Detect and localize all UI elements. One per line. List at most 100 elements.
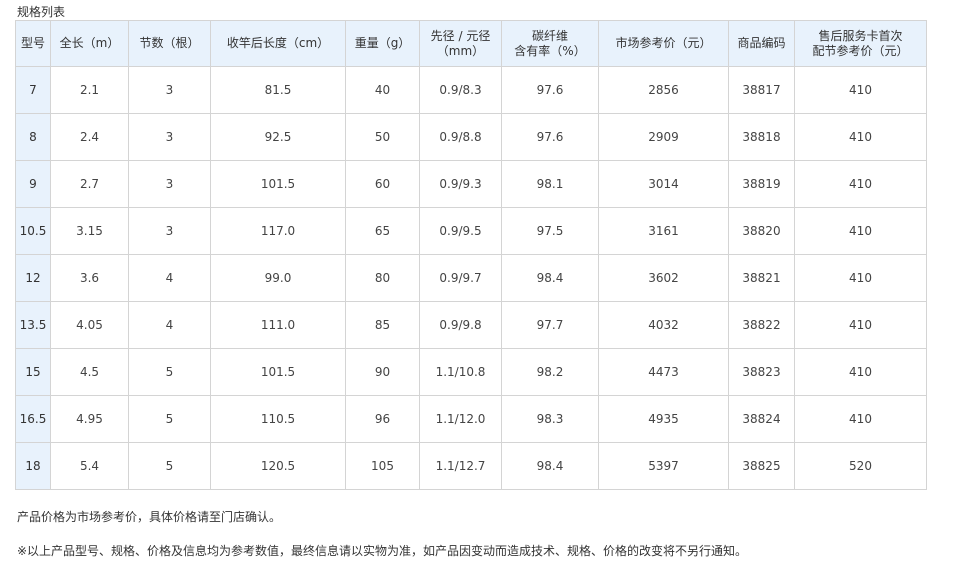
table-cell: 410 <box>794 301 927 349</box>
table-cell: 5 <box>128 442 211 490</box>
table-cell: 101.5 <box>210 160 346 208</box>
model-cell: 8 <box>15 113 51 161</box>
table-cell: 410 <box>794 395 927 443</box>
table-cell: 38824 <box>728 395 795 443</box>
spec-table: 型号 全长（m） 节数（根） 收竿后长度（cm） 重量（g） 先径 / 元径 （mm） 碳纤维… <box>15 20 927 490</box>
table-cell: 3014 <box>598 160 729 208</box>
table-cell: 2.4 <box>50 113 129 161</box>
table-cell: 3161 <box>598 207 729 255</box>
table-cell: 410 <box>794 348 927 396</box>
table-cell: 92.5 <box>210 113 346 161</box>
table-cell: 38821 <box>728 254 795 302</box>
column-header: 型号 <box>15 20 51 67</box>
table-cell: 97.5 <box>501 207 599 255</box>
table-cell: 98.4 <box>501 254 599 302</box>
table-cell: 5397 <box>598 442 729 490</box>
table-cell: 410 <box>794 207 927 255</box>
page-title: 规格列表 <box>17 5 66 19</box>
table-row: 10.5 3.15 3 117.0 65 0.9/9.5 97.5 3161 38820 410 <box>15 207 927 255</box>
model-cell: 13.5 <box>15 301 51 349</box>
table-cell: 38818 <box>728 113 795 161</box>
table-cell: 98.2 <box>501 348 599 396</box>
model-cell: 12 <box>15 254 51 302</box>
table-cell: 38823 <box>728 348 795 396</box>
disclaimer-note: ※以上产品型号、规格、价格及信息均为参考数值，最终信息请以实物为准，如产品因变动… <box>17 544 748 558</box>
table-cell: 3 <box>128 66 211 114</box>
table-cell: 0.9/9.7 <box>419 254 502 302</box>
table-cell: 2856 <box>598 66 729 114</box>
table-cell: 38825 <box>728 442 795 490</box>
table-cell: 3 <box>128 207 211 255</box>
table-cell: 4.05 <box>50 301 129 349</box>
table-cell: 0.9/9.8 <box>419 301 502 349</box>
table-cell: 2909 <box>598 113 729 161</box>
table-cell: 3.15 <box>50 207 129 255</box>
table-cell: 4032 <box>598 301 729 349</box>
table-cell: 4 <box>128 301 211 349</box>
column-header: 售后服务卡首次 配节参考价（元） <box>794 20 927 67</box>
table-cell: 111.0 <box>210 301 346 349</box>
table-cell: 410 <box>794 66 927 114</box>
table-row: 16.5 4.95 5 110.5 96 1.1/12.0 98.3 4935 38824 410 <box>15 395 927 443</box>
table-row: 18 5.4 5 120.5 105 1.1/12.7 98.4 5397 38825 520 <box>15 442 927 490</box>
table-cell: 85 <box>345 301 420 349</box>
table-cell: 80 <box>345 254 420 302</box>
table-cell: 3 <box>128 113 211 161</box>
table-cell: 98.1 <box>501 160 599 208</box>
table-cell: 1.1/12.7 <box>419 442 502 490</box>
table-cell: 98.3 <box>501 395 599 443</box>
table-cell: 4473 <box>598 348 729 396</box>
table-cell: 2.1 <box>50 66 129 114</box>
table-cell: 0.9/9.5 <box>419 207 502 255</box>
table-cell: 4 <box>128 254 211 302</box>
table-cell: 520 <box>794 442 927 490</box>
column-header: 商品编码 <box>728 20 795 67</box>
table-cell: 110.5 <box>210 395 346 443</box>
table-cell: 38817 <box>728 66 795 114</box>
table-cell: 90 <box>345 348 420 396</box>
table-cell: 3602 <box>598 254 729 302</box>
table-cell: 97.7 <box>501 301 599 349</box>
table-cell: 65 <box>345 207 420 255</box>
table-row: 12 3.6 4 99.0 80 0.9/9.7 98.4 3602 38821 410 <box>15 254 927 302</box>
table-row: 9 2.7 3 101.5 60 0.9/9.3 98.1 3014 38819 410 <box>15 160 927 208</box>
table-cell: 4.95 <box>50 395 129 443</box>
column-header: 碳纤维 含有率（%） <box>501 20 599 67</box>
column-header: 市场参考价（元） <box>598 20 729 67</box>
table-cell: 5 <box>128 348 211 396</box>
table-cell: 0.9/9.3 <box>419 160 502 208</box>
table-cell: 5 <box>128 395 211 443</box>
table-cell: 81.5 <box>210 66 346 114</box>
table-cell: 0.9/8.3 <box>419 66 502 114</box>
table-row: 7 2.1 3 81.5 40 0.9/8.3 97.6 2856 38817 410 <box>15 66 927 114</box>
column-header: 收竿后长度（cm） <box>210 20 346 67</box>
table-cell: 97.6 <box>501 113 599 161</box>
table-row: 8 2.4 3 92.5 50 0.9/8.8 97.6 2909 38818 410 <box>15 113 927 161</box>
table-cell: 2.7 <box>50 160 129 208</box>
model-cell: 16.5 <box>15 395 51 443</box>
table-cell: 40 <box>345 66 420 114</box>
model-cell: 18 <box>15 442 51 490</box>
table-cell: 1.1/12.0 <box>419 395 502 443</box>
table-cell: 4.5 <box>50 348 129 396</box>
table-cell: 38822 <box>728 301 795 349</box>
table-cell: 101.5 <box>210 348 346 396</box>
table-cell: 4935 <box>598 395 729 443</box>
table-row: 13.5 4.05 4 111.0 85 0.9/9.8 97.7 4032 38822 410 <box>15 301 927 349</box>
table-cell: 50 <box>345 113 420 161</box>
model-cell: 7 <box>15 66 51 114</box>
table-cell: 3.6 <box>50 254 129 302</box>
column-header: 节数（根） <box>128 20 211 67</box>
table-cell: 0.9/8.8 <box>419 113 502 161</box>
header-row: 型号 全长（m） 节数（根） 收竿后长度（cm） 重量（g） 先径 / 元径 （mm） 碳纤维… <box>15 20 927 67</box>
table-cell: 410 <box>794 160 927 208</box>
column-header: 先径 / 元径 （mm） <box>419 20 502 67</box>
table-cell: 3 <box>128 160 211 208</box>
table-cell: 410 <box>794 254 927 302</box>
table-cell: 120.5 <box>210 442 346 490</box>
table-cell: 410 <box>794 113 927 161</box>
table-cell: 38819 <box>728 160 795 208</box>
model-cell: 10.5 <box>15 207 51 255</box>
table-body: 7 2.1 3 81.5 40 0.9/8.3 97.6 2856 38817 410 8 2.4 3 9… <box>15 66 927 490</box>
table-cell: 60 <box>345 160 420 208</box>
